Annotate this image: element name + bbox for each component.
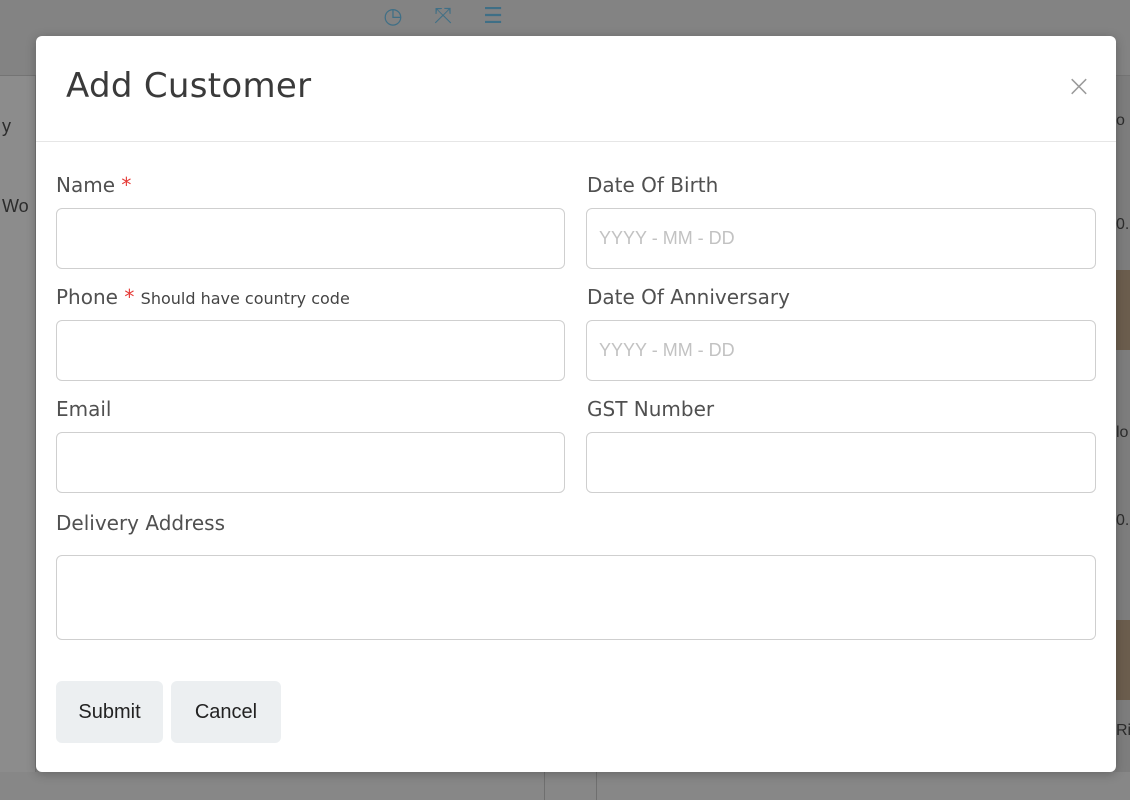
- gst-label: GST Number: [587, 397, 715, 421]
- background-right-cell: 0.: [1116, 216, 1130, 233]
- submit-button[interactable]: Submit: [56, 681, 163, 743]
- background-left-cell: y: [2, 116, 11, 136]
- menu-icon: ☰: [483, 4, 503, 29]
- background-right-cell: 0.: [1116, 512, 1130, 529]
- name-input[interactable]: [56, 208, 565, 269]
- phone-label-text: Phone: [56, 285, 118, 309]
- required-marker: *: [124, 285, 135, 309]
- modal-title: Add Customer: [66, 66, 312, 106]
- name-label-text: Name: [56, 173, 116, 197]
- phone-hint: Should have country code: [140, 289, 350, 308]
- email-label: Email: [56, 397, 112, 421]
- background-thumbnail: [1116, 620, 1130, 700]
- anniversary-label: Date Of Anniversary: [587, 285, 790, 309]
- background-right-cell: o: [1116, 112, 1125, 129]
- dob-label: Date Of Birth: [587, 173, 719, 197]
- anniversary-input[interactable]: [586, 320, 1096, 381]
- email-input[interactable]: [56, 432, 565, 493]
- background-left-panel: [0, 76, 36, 800]
- background-thumbnail: [1116, 270, 1130, 350]
- phone-label: Phone * Should have country code: [56, 285, 350, 309]
- modal-header: Add Customer ×: [36, 36, 1116, 142]
- background-bottom: [0, 772, 1130, 800]
- phone-input[interactable]: [56, 320, 565, 381]
- dob-input[interactable]: [586, 208, 1096, 269]
- name-label: Name *: [56, 173, 131, 197]
- expand-icon: ⤧: [434, 4, 452, 29]
- clock-icon: ◷: [383, 4, 403, 29]
- cancel-button[interactable]: Cancel: [171, 681, 281, 743]
- close-icon[interactable]: ×: [1064, 72, 1094, 102]
- gst-input[interactable]: [586, 432, 1096, 493]
- background-right-cell: Ri: [1116, 722, 1130, 739]
- delivery-address-label: Delivery Address: [56, 511, 226, 535]
- delivery-address-input[interactable]: [56, 555, 1096, 640]
- add-customer-modal: Add Customer × Name * Date Of Birth Phon…: [36, 36, 1116, 772]
- background-right-cell: lo: [1116, 424, 1129, 441]
- background-left-cell: Wo: [2, 196, 29, 216]
- required-marker: *: [121, 173, 132, 197]
